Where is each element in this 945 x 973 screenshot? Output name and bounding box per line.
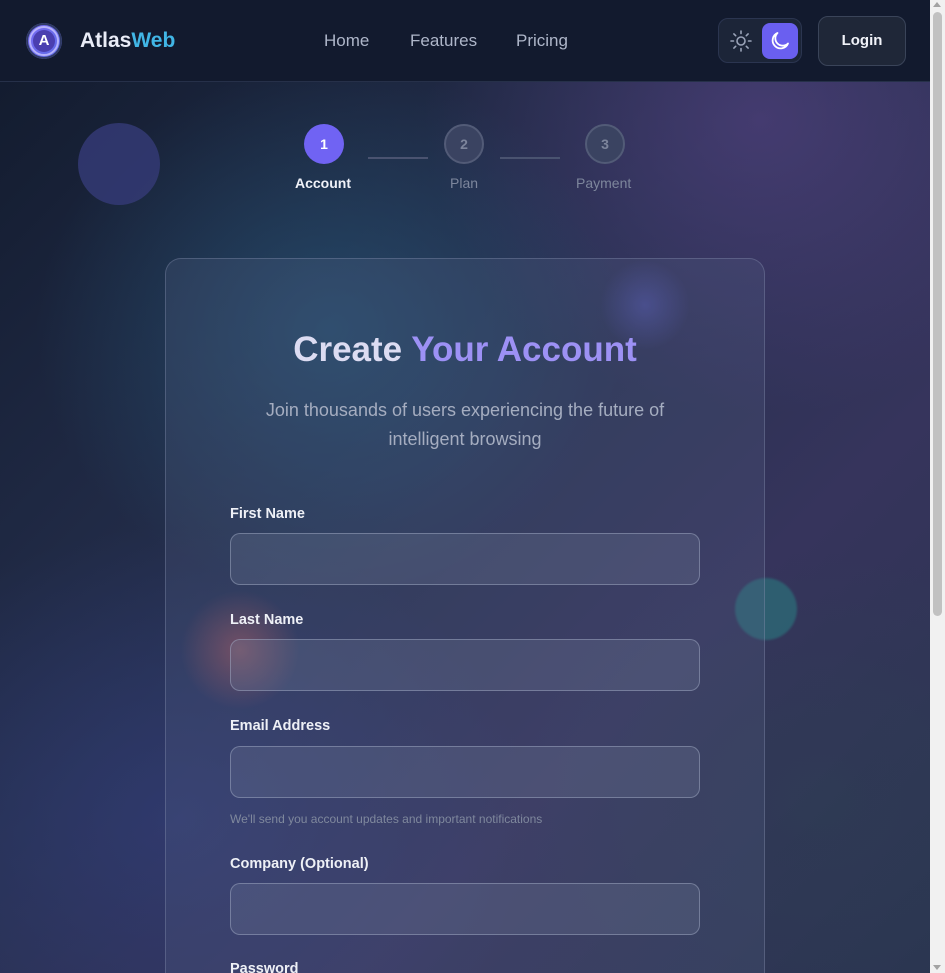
moon-icon	[771, 32, 789, 50]
scroll-up-arrow-icon[interactable]	[933, 2, 941, 7]
step-connector	[500, 157, 560, 159]
step-1-label: Account	[295, 175, 351, 191]
last-name-label: Last Name	[230, 612, 304, 628]
brand-name[interactable]: AtlasWeb	[80, 29, 175, 53]
site-header: A AtlasWeb Home Features Pricing Login	[0, 0, 930, 82]
nav-link-home[interactable]: Home	[324, 31, 369, 51]
logo-icon[interactable]: A	[26, 23, 62, 59]
page-subtitle: Join thousands of users experiencing the…	[265, 400, 665, 449]
company-input[interactable]	[230, 883, 700, 935]
step-2-circle: 2	[444, 124, 484, 164]
theme-toggle	[718, 18, 802, 63]
email-input[interactable]	[230, 746, 700, 798]
last-name-input[interactable]	[230, 639, 700, 691]
decorative-blob	[78, 123, 160, 205]
page-title: Create Your Account	[165, 330, 765, 370]
brand-name-part2: Web	[131, 29, 176, 52]
title-part1: Create	[293, 330, 412, 369]
nav-link-pricing[interactable]: Pricing	[516, 31, 568, 51]
step-1-circle: 1	[304, 124, 344, 164]
title-part2: Your Account	[411, 330, 637, 369]
scrollbar-thumb[interactable]	[933, 12, 942, 616]
email-label: Email Address	[230, 718, 331, 734]
first-name-label: First Name	[230, 506, 305, 522]
nav-link-features[interactable]: Features	[410, 31, 477, 51]
step-3-label: Payment	[576, 175, 632, 191]
login-button[interactable]: Login	[818, 16, 906, 66]
first-name-input[interactable]	[230, 533, 700, 585]
step-connector	[368, 157, 428, 159]
sun-icon	[730, 30, 752, 52]
password-label: Password	[230, 961, 299, 973]
dark-mode-button[interactable]	[762, 23, 798, 59]
scroll-down-arrow-icon[interactable]	[933, 965, 941, 970]
light-mode-button[interactable]	[723, 23, 759, 59]
page-background: A AtlasWeb Home Features Pricing Login 1…	[0, 0, 930, 973]
company-label: Company (Optional)	[230, 856, 369, 872]
brand-name-part1: Atlas	[80, 29, 132, 52]
step-3-circle: 3	[585, 124, 625, 164]
email-helper-text: We'll send you account updates and impor…	[230, 812, 543, 826]
step-2-label: Plan	[450, 175, 479, 191]
logo-letter: A	[38, 32, 50, 49]
